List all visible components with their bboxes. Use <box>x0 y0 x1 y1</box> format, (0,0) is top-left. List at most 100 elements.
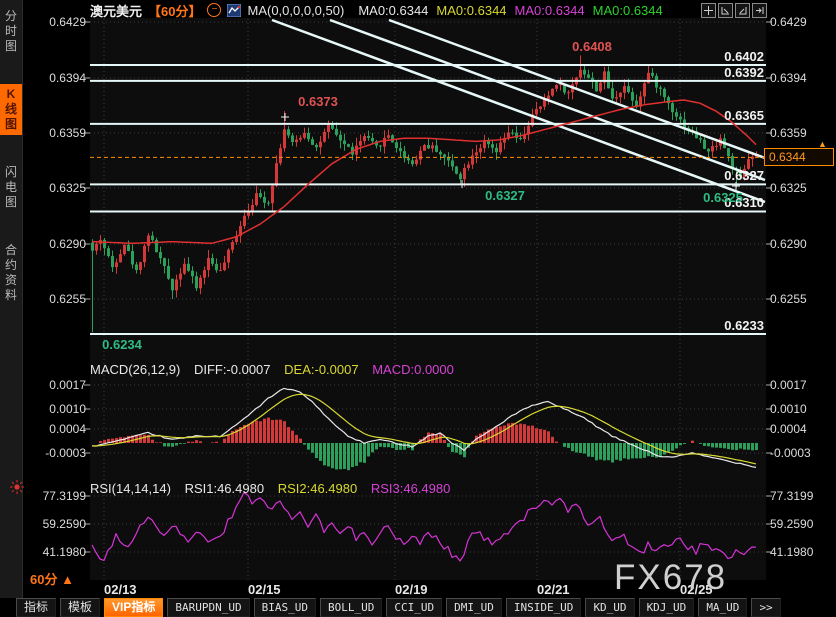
pan-icon[interactable] <box>701 3 716 18</box>
scale-x-icon[interactable] <box>718 3 733 18</box>
chart-rect <box>551 437 554 443</box>
price-annotation: 0.6408 <box>572 39 612 54</box>
chart-rect <box>619 93 622 97</box>
toolbar-tab-kd_ud[interactable]: KD_UD <box>585 598 634 617</box>
scale-y-icon[interactable] <box>735 3 750 18</box>
current-price-badge: 0.6344 <box>764 148 834 166</box>
chart-rect <box>539 107 542 109</box>
chart-rect <box>215 442 218 443</box>
sidebar-item-3[interactable]: 闪电图 <box>0 162 22 213</box>
toolbar-tab-[interactable]: 指标 <box>16 598 56 617</box>
chart-rect <box>343 443 346 469</box>
chart-rect <box>519 138 522 139</box>
axis-label: 77.3199 <box>24 489 86 503</box>
toolbar-tab-dmi_ud[interactable]: DMI_UD <box>446 598 502 617</box>
toolbar-tab-inside_ud[interactable]: INSIDE_UD <box>506 598 582 617</box>
chart-rect <box>195 440 198 443</box>
toolbar-tab-cci_ud[interactable]: CCI_UD <box>386 598 442 617</box>
macd-header: MACD(26,12,9) DIFF:-0.0007 DEA:-0.0007 M… <box>90 362 464 377</box>
toolbar-tab-[interactable]: >> <box>751 598 780 617</box>
chart-type-icon[interactable] <box>227 4 241 17</box>
scroll-latest-arrow[interactable]: ▲ <box>818 139 827 149</box>
sidebar-item-4[interactable]: 合约资料 <box>0 240 22 306</box>
axis-label: 0.0004 <box>24 422 86 436</box>
scale-reset-icon[interactable] <box>752 3 767 18</box>
axis-label: 0.6359 <box>770 126 834 140</box>
ma-value-1: MA0:0.6344 <box>436 3 506 18</box>
toolbar-tab-vip[interactable]: VIP指标 <box>104 598 163 617</box>
trading-app: 分时图K线图闪电图合约资料 澳元美元 【60分】 − MA(0,0,0,0,0,… <box>0 0 836 617</box>
chart-rect <box>651 73 654 76</box>
collapse-icon[interactable]: − <box>207 3 221 17</box>
timeframe-label[interactable]: 60分 ▲ <box>30 569 74 588</box>
chart-rect <box>663 89 666 97</box>
chart-rect <box>331 125 334 129</box>
chart-rect <box>103 240 106 248</box>
chart-rect <box>711 146 714 151</box>
chart-canvas[interactable] <box>0 0 836 598</box>
sidebar-item-2[interactable]: K线图 <box>0 84 22 135</box>
chart-rect <box>635 443 638 458</box>
chart-rect <box>447 157 450 160</box>
chart-rect <box>299 138 302 140</box>
chart-rect <box>443 440 446 443</box>
axis-label: 0.6359 <box>24 126 86 140</box>
chart-rect <box>359 141 362 145</box>
chart-rect <box>675 112 678 117</box>
chart-rect <box>663 443 666 455</box>
chart-rect <box>179 274 182 280</box>
chart-rect <box>679 443 682 445</box>
toolbar-tab-barupdn_ud[interactable]: BARUPDN_UD <box>167 598 249 617</box>
chart-rect <box>747 159 750 169</box>
chart-rect <box>91 243 94 251</box>
chart-rect <box>223 263 226 271</box>
watermark: FX678 <box>614 558 727 598</box>
chart-rect <box>507 133 510 138</box>
alert-icon[interactable] <box>9 479 25 500</box>
chart-rect <box>619 443 622 461</box>
chart-rect <box>307 443 310 450</box>
toolbar-tab-ma_ud[interactable]: MA_UD <box>698 598 747 617</box>
axis-label: 59.2590 <box>770 517 834 531</box>
chart-rect <box>339 443 342 469</box>
chart-rect <box>271 420 274 443</box>
toolbar-tab-boll_ud[interactable]: BOLL_UD <box>320 598 382 617</box>
axis-label: 0.0010 <box>24 402 86 416</box>
chart-rect <box>227 435 230 443</box>
axis-label: 0.6255 <box>24 292 86 306</box>
axis-label: 41.1980 <box>24 545 86 559</box>
chart-rect <box>379 146 382 147</box>
chart-rect <box>387 135 390 138</box>
chart-rect <box>607 443 610 460</box>
chart-rect <box>419 151 422 160</box>
chart-rect <box>303 133 306 138</box>
macd-diff-value: DIFF:-0.0007 <box>194 362 271 377</box>
chart-rect <box>231 242 234 250</box>
chart-rect <box>319 142 322 148</box>
chart-rect <box>275 420 278 443</box>
chart-rect <box>515 425 518 443</box>
chart-rect <box>463 168 466 179</box>
level-label: 0.6233 <box>692 318 764 333</box>
toolbar-tab-[interactable]: 模板 <box>60 598 100 617</box>
chart-rect <box>223 439 226 443</box>
axis-label: -0.0003 <box>24 446 86 460</box>
sidebar-item-char: 闪 <box>5 165 17 180</box>
sidebar-item-char: K <box>7 87 16 102</box>
chart-rect <box>643 83 646 96</box>
chart-rect <box>611 88 614 98</box>
sidebar-item-char: 图 <box>5 117 17 132</box>
chart-rect <box>715 146 718 147</box>
chart-rect <box>375 443 378 449</box>
sidebar-item-1[interactable]: 分时图 <box>0 6 22 57</box>
chart-rect <box>315 443 318 458</box>
chart-rect <box>743 443 746 450</box>
chart-rect <box>159 252 162 258</box>
chart-rect <box>543 430 546 443</box>
ma-values: MA0:0.6344MA0:0.6344MA0:0.6344MA0:0.6344 <box>350 3 662 18</box>
toolbar-tab-bias_ud[interactable]: BIAS_UD <box>254 598 316 617</box>
chart-rect <box>255 421 258 443</box>
chart-rect <box>599 83 602 92</box>
chart-rect <box>135 264 138 270</box>
toolbar-tab-kdj_ud[interactable]: KDJ_UD <box>639 598 695 617</box>
